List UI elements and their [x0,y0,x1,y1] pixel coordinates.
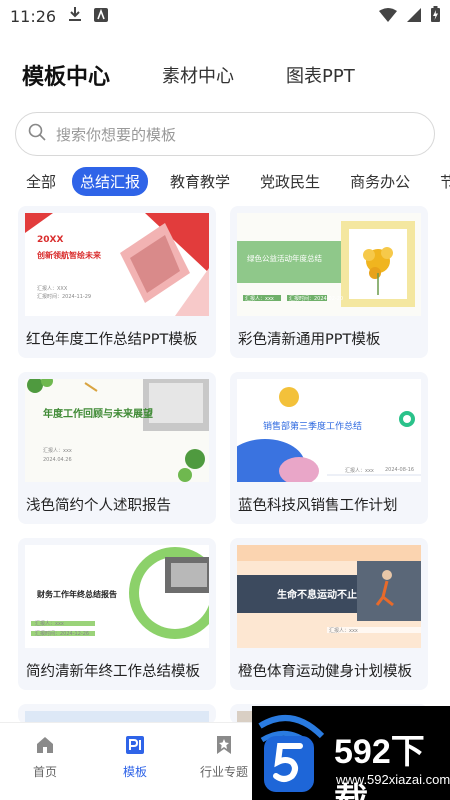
bookmark-icon [214,736,234,759]
template-card[interactable]: 绿色公益活动年度总结 汇报人：xxx 汇报时间：2024-02-20 彩色清新通… [230,206,428,358]
ppt-template-icon [125,736,145,759]
template-thumbnail: 年度工作回顾与未来展望 汇报人：xxx 2024.04.26 [25,379,209,482]
category-bar: 全部 总结汇报 教育教学 党政民生 商务办公 节日 [0,165,450,197]
wifi-icon [379,7,397,26]
download-icon [68,6,82,26]
battery-icon [431,6,440,26]
template-thumbnail: 财务工作年终总结报告 汇报人：xxx 汇报时间：2024-12-26 [25,545,209,648]
status-bar: 11:26 [0,0,450,32]
thumb-text: 汇报人：xxx [345,468,374,474]
template-card[interactable]: 财务工作年终总结报告 汇报人：xxx 汇报时间：2024-12-26 简约清新年… [18,538,216,690]
thumb-text: 销售部第三季度工作总结 [263,422,363,432]
thumb-text: 汇报时间：2024-12-26 [35,631,90,637]
thumb-text: 年度工作回顾与未来展望 [43,409,153,420]
template-title: 橙色体育运动健身计划模板 [238,664,412,680]
nav-home[interactable]: 首页 [15,735,75,780]
category-business-office[interactable]: 商务办公 [342,167,418,196]
template-thumbnail: 绿色公益活动年度总结 汇报人：xxx 汇报时间：2024-02-20 [237,213,421,316]
template-title: 彩色清新通用PPT模板 [238,332,381,348]
template-card[interactable]: 销售部第三季度工作总结 汇报人：xxx 2024-08-16 蓝色科技风销售工作… [230,372,428,524]
thumb-text: 2024-08-16 [385,467,415,473]
template-thumbnail: 销售部第三季度工作总结 汇报人：xxx 2024-08-16 [237,379,421,482]
nav-template-label: 模板 [122,765,147,779]
search-input[interactable]: 搜索你想要的模板 [15,112,435,156]
tab-template-center[interactable]: 模板中心 [22,59,110,91]
thumb-text: 创新领航智绘未来 [37,251,101,260]
tab-chart-ppt[interactable]: 图表PPT [286,62,355,88]
thumb-text: 汇报人：XXX [37,286,68,292]
thumb-text: 汇报人：xxx [245,296,274,302]
thumb-text: 生命不息运动不止 [277,590,357,601]
top-tab-bar: 模板中心 素材中心 图表PPT [22,58,407,92]
category-holiday[interactable]: 节日 [432,167,450,196]
search-icon [28,123,46,145]
nav-industry-topics[interactable]: 行业专题 [194,735,254,780]
home-icon [35,737,55,759]
category-party-government[interactable]: 党政民生 [252,167,328,196]
nav-template[interactable]: 模板 [105,735,165,780]
signal-icon [407,7,421,26]
template-title: 蓝色科技风销售工作计划 [238,498,398,514]
thumb-text: 绿色公益活动年度总结 [247,254,322,263]
thumb-text: 汇报人：xxx [35,621,64,627]
watermark-logo [258,715,325,792]
template-card[interactable]: 生命不息运动不止 汇报人：xxx 橙色体育运动健身计划模板 [230,538,428,690]
thumb-text: 汇报人：xxx [329,628,358,634]
nav-industry-topics-label: 行业专题 [199,765,248,779]
thumb-text: 财务工作年终总结报告 [37,590,117,599]
status-time: 11:26 [10,6,57,26]
category-summary-report[interactable]: 总结汇报 [72,166,149,196]
template-thumbnail: 20XX 创新领航智绘未来 汇报人：XXX 汇报时间：2024-11-29 [25,213,209,316]
nav-home-label: 首页 [32,765,57,779]
category-education[interactable]: 教育教学 [162,167,238,196]
watermark: 592下载 www.592xiazai.com [252,706,450,800]
watermark-url: www.592xiazai.com [336,772,450,787]
template-title: 浅色简约个人述职报告 [26,498,171,514]
thumb-text: 汇报时间：2024-02-20 [289,296,344,302]
watermark-brand: 592下载 [334,733,425,800]
thumb-text: 20XX [37,235,64,245]
thumb-text: 汇报人：xxx [43,448,72,454]
template-card[interactable] [18,704,216,724]
thumb-text: 汇报时间：2024-11-29 [37,294,92,300]
thumb-text: 2024.04.26 [43,457,72,463]
app-notification-icon [94,7,109,26]
category-all[interactable]: 全部 [18,167,64,196]
tab-material-center[interactable]: 素材中心 [162,62,234,88]
template-thumbnail: 生命不息运动不止 汇报人：xxx [237,545,421,648]
template-card[interactable]: 年度工作回顾与未来展望 汇报人：xxx 2024.04.26 浅色简约个人述职报… [18,372,216,524]
search-placeholder: 搜索你想要的模板 [56,125,177,144]
template-card[interactable]: 20XX 创新领航智绘未来 汇报人：XXX 汇报时间：2024-11-29 红色… [18,206,216,358]
template-title: 红色年度工作总结PPT模板 [26,332,198,348]
template-title: 简约清新年终工作总结模板 [26,664,200,680]
